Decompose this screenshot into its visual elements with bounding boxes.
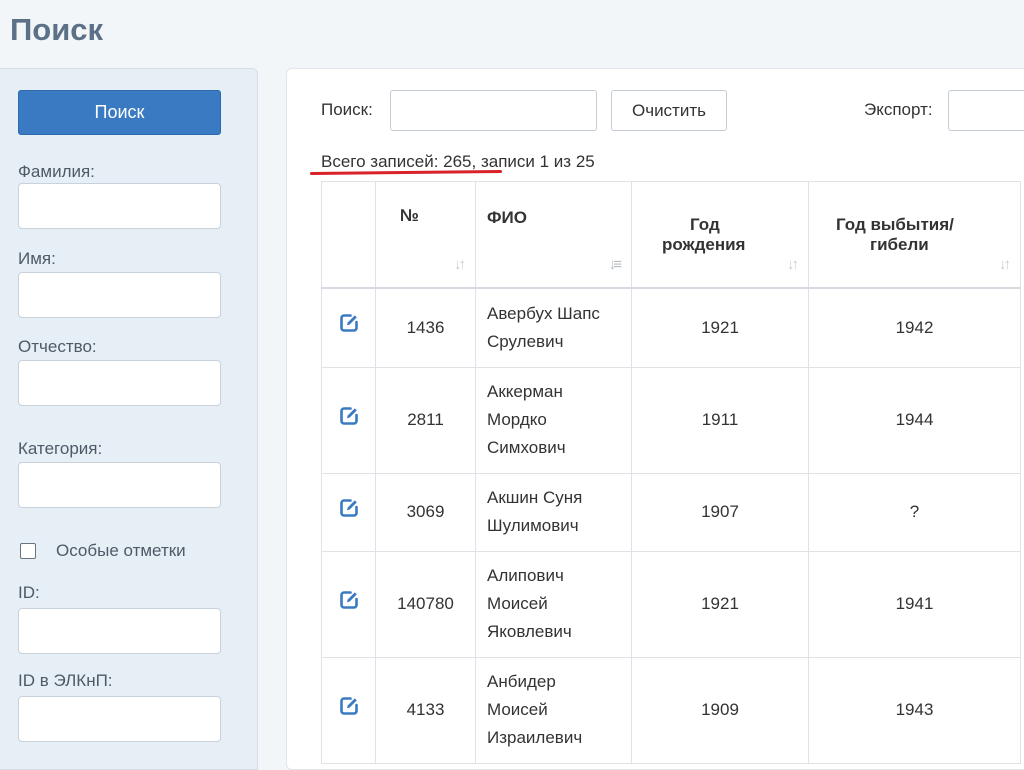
first-name-input[interactable] — [18, 272, 221, 318]
elkn-id-input[interactable] — [18, 696, 221, 742]
page-title: Поиск — [10, 12, 104, 47]
cell-birth-year: 1911 — [631, 366, 809, 474]
cell-death-year: 1942 — [808, 287, 1021, 368]
column-header-fio-label: ФИО — [487, 208, 527, 227]
category-select[interactable] — [18, 462, 221, 508]
first-name-label: Имя: — [18, 249, 56, 268]
fio-line: Авербух Шапс — [487, 303, 600, 323]
table-row: 1436 Авербух Шапс Срулевич 1921 1942 — [321, 287, 1021, 368]
red-underline-annotation — [309, 169, 503, 176]
edit-cell — [321, 366, 376, 474]
cell-death-year: ? — [808, 472, 1021, 552]
category-label: Категория: — [18, 439, 103, 458]
table-header-row: № ↓↑ ФИО ↓≡ Год рождения ↓↑ Год выбытия/ — [321, 181, 1021, 289]
edit-icon[interactable] — [338, 405, 360, 427]
cell-death-year: 1944 — [808, 366, 1021, 474]
fio-line: Моисей — [487, 700, 548, 719]
elkn-id-label: ID в ЭЛКнП: — [18, 671, 113, 690]
patronymic-label: Отчество: — [18, 337, 97, 356]
sort-icon: ↓↑ — [999, 256, 1011, 273]
cell-fio: Аккерман Мордко Симхович — [475, 366, 632, 474]
table-row: 2811 Аккерман Мордко Симхович 1911 1944 — [321, 366, 1021, 474]
edit-cell — [321, 287, 376, 368]
sort-asc-icon: ↓≡ — [608, 256, 622, 273]
cell-death-year: 1941 — [808, 550, 1021, 658]
fio-line: Срулевич — [487, 331, 564, 351]
column-header-death-year-line1: Год выбытия/ — [836, 214, 954, 234]
cell-num: 140780 — [375, 550, 476, 658]
sort-icon: ↓↑ — [454, 256, 466, 273]
fio-line: Моисей — [487, 594, 548, 613]
column-header-actions — [321, 181, 376, 289]
edit-cell — [321, 656, 376, 764]
column-header-fio[interactable]: ФИО ↓≡ — [475, 181, 632, 289]
table-row: 4133 Анбидер Моисей Израилевич 1909 1943 — [321, 656, 1021, 764]
cell-death-year: 1943 — [808, 656, 1021, 764]
cell-birth-year: 1907 — [631, 472, 809, 552]
sort-icon: ↓↑ — [787, 256, 799, 273]
column-header-birth-year-line1: Год — [690, 214, 720, 234]
cell-fio: Алипович Моисей Яковлевич — [475, 550, 632, 658]
clear-button[interactable]: Очистить — [611, 90, 727, 131]
table-row: 3069 Акшин Суня Шулимович 1907? — [321, 472, 1021, 552]
results-table-wrap: № ↓↑ ФИО ↓≡ Год рождения ↓↑ Год выбытия/ — [321, 181, 1021, 764]
results-panel: Поиск: Очистить Экспорт: Всего записей: … — [286, 68, 1024, 770]
fio-line: Анбидер — [487, 672, 556, 691]
last-name-label: Фамилия: — [18, 162, 95, 181]
cell-birth-year: 1921 — [631, 287, 809, 368]
search-filters-panel: Поиск Фамилия: Имя: Отчество: Категория:… — [0, 68, 258, 770]
results-table: № ↓↑ ФИО ↓≡ Год рождения ↓↑ Год выбытия/ — [321, 181, 1021, 764]
fio-line: Мордко — [487, 410, 547, 429]
edit-cell — [321, 550, 376, 658]
column-header-num[interactable]: № ↓↑ — [375, 181, 476, 289]
cell-fio: Анбидер Моисей Израилевич — [475, 656, 632, 764]
special-marks-checkbox[interactable] — [20, 543, 36, 559]
fio-line: Аккерман — [487, 382, 563, 401]
edit-icon[interactable] — [338, 312, 360, 334]
column-header-birth-year-line2: рождения — [662, 234, 746, 254]
fio-line: Алипович — [487, 566, 564, 585]
cell-num: 1436 — [375, 287, 476, 368]
id-input[interactable] — [18, 608, 221, 654]
cell-num: 2811 — [375, 366, 476, 474]
fio-line: Симхович — [487, 438, 566, 457]
table-row: 140780 Алипович Моисей Яковлевич 1921 1941 — [321, 550, 1021, 658]
search-button[interactable]: Поиск — [18, 90, 221, 135]
cell-birth-year: 1909 — [631, 656, 809, 764]
column-header-num-label: № — [400, 206, 419, 225]
edit-cell — [321, 472, 376, 552]
cell-birth-year: 1921 — [631, 550, 809, 658]
quick-search-input[interactable] — [390, 90, 597, 131]
export-select[interactable] — [948, 90, 1024, 131]
cell-fio: Акшин Суня Шулимович — [475, 472, 632, 552]
quick-search-label: Поиск: — [321, 100, 373, 119]
last-name-input[interactable] — [18, 183, 221, 229]
patronymic-input[interactable] — [18, 360, 221, 406]
column-header-death-year-line2: гибели — [870, 234, 929, 254]
fio-line: Израилевич — [487, 728, 583, 747]
fio-line: Яковлевич — [487, 622, 572, 641]
fio-line: Акшин Суня — [487, 488, 583, 507]
edit-icon[interactable] — [338, 497, 360, 519]
records-summary: Всего записей: 265, записи 1 из 25 — [321, 152, 595, 171]
cell-num: 3069 — [375, 472, 476, 552]
special-marks-label: Особые отметки — [56, 541, 186, 560]
edit-icon[interactable] — [338, 589, 360, 611]
cell-num: 4133 — [375, 656, 476, 764]
edit-icon[interactable] — [338, 695, 360, 717]
id-label: ID: — [18, 583, 40, 602]
cell-fio: Авербух Шапс Срулевич — [475, 287, 632, 368]
column-header-death-year[interactable]: Год выбытия/ гибели ↓↑ — [808, 181, 1021, 289]
column-header-birth-year[interactable]: Год рождения ↓↑ — [631, 181, 809, 289]
export-label: Экспорт: — [864, 100, 933, 119]
fio-line: Шулимович — [487, 516, 579, 535]
